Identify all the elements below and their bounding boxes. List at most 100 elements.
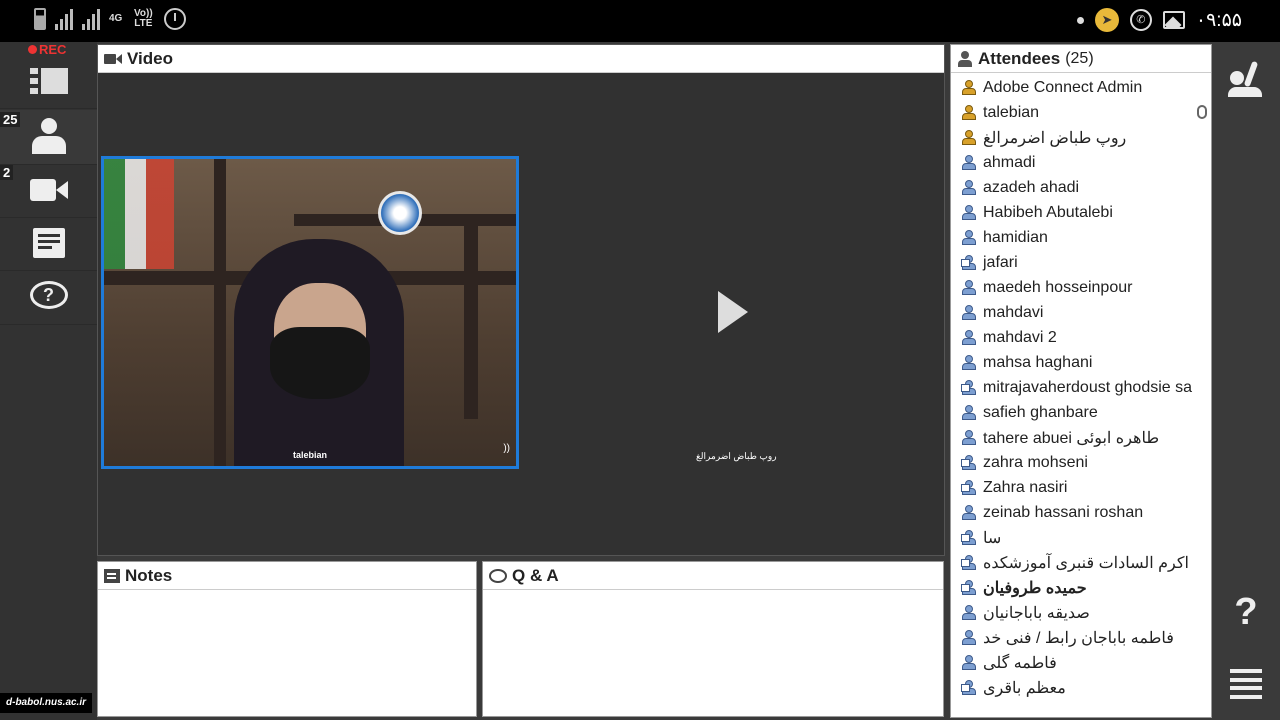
presenter-role-icon (961, 529, 977, 546)
attendee-row[interactable]: معظم باقری (951, 675, 1211, 700)
alarm-icon (164, 8, 187, 30)
play-icon[interactable] (718, 291, 748, 333)
attendee-name: صدیقه باباجانیان (983, 604, 1090, 622)
video-count-badge: 2 (0, 165, 14, 180)
video-pod: Video talebian )) روپ طباض اضرمرالغ (97, 44, 945, 556)
video-camera-icon (104, 53, 122, 65)
video-button[interactable]: 2 (0, 163, 97, 218)
attendees-pod-header: Attendees (25) (951, 45, 1211, 73)
help-button[interactable]: ? (1212, 578, 1280, 646)
attendee-name: tahere abuei طاهره ابوئی (983, 429, 1160, 447)
attendee-list: Adobe Connect Admin talebian روپ طباض اضرم… (951, 73, 1211, 700)
attendee-row[interactable]: mahdavi 2 (951, 325, 1211, 350)
attendee-name: فاطمه باباجان رابط / فنی خد (983, 629, 1174, 647)
presenter-role-icon (961, 379, 977, 396)
attendee-row[interactable]: ahmadi (951, 150, 1211, 175)
video-feed-talebian[interactable]: talebian )) (101, 156, 519, 469)
attendee-name: حمیده طروفیان (983, 579, 1087, 597)
question-bubble-icon: ? (29, 281, 68, 313)
menu-icon (1230, 669, 1262, 699)
attendees-pod: Attendees (25) Adobe Connect Admin talebi… (950, 44, 1212, 718)
attendee-row[interactable]: فاطمه گلی (951, 650, 1211, 675)
attendee-row[interactable]: hamidian (951, 225, 1211, 250)
right-rail: ? (1212, 42, 1280, 720)
left-sidebar: REC 25 2 ? (0, 42, 97, 720)
attendee-name: mahdavi 2 (983, 328, 1057, 346)
attendee-name: روپ طباض اضرمرالغ (983, 129, 1127, 147)
video-pod-header: Video (98, 45, 944, 73)
notes-pod-header: Notes (98, 562, 476, 590)
help-icon: ? (1234, 590, 1258, 633)
whatsapp-icon: ✆ (1129, 9, 1152, 31)
attendee-row[interactable]: صدیقه باباجانیان (951, 600, 1211, 625)
attendee-row[interactable]: azadeh ahadi (951, 175, 1211, 200)
notes-icon (104, 568, 120, 583)
user-icon (31, 118, 66, 156)
participant-role-icon (961, 404, 977, 421)
attendees-count-badge: 25 (0, 112, 21, 127)
attendee-row[interactable]: talebian (951, 100, 1211, 125)
attendee-row[interactable]: فاطمه باباجان رابط / فنی خد (951, 625, 1211, 650)
audio-wave-icon: )) (503, 443, 510, 454)
video-feed-label: talebian (292, 450, 327, 460)
attendee-name: mahdavi (983, 303, 1044, 321)
attendee-row[interactable]: حمیده طروفیان (951, 575, 1211, 600)
participant-role-icon (961, 279, 977, 296)
attendee-name: hamidian (983, 228, 1048, 246)
attendee-name: سا (983, 529, 1002, 547)
presenter-role-icon (961, 454, 977, 471)
shelf (464, 219, 478, 419)
attendees-count: (25) (1065, 49, 1094, 67)
participant-figure (174, 239, 464, 466)
status-left: 4G Vo)) LTE (34, 8, 187, 30)
attendee-row[interactable]: سا (951, 525, 1211, 550)
attendee-row[interactable]: jafari (951, 250, 1211, 275)
attendee-row[interactable]: mahsa haghani (951, 350, 1211, 375)
clock: ۰۹:۵۵ (1195, 9, 1242, 31)
attendee-row[interactable]: Adobe Connect Admin (951, 75, 1211, 100)
notes-pod: Notes (97, 561, 477, 717)
attendee-row[interactable]: اکرم السادات قنبری آموزشکده (951, 550, 1211, 575)
attendee-row[interactable]: zahra mohseni (951, 450, 1211, 475)
attendee-name: فاطمه گلی (983, 654, 1057, 672)
attendee-row[interactable]: zeinab hassani roshan (951, 500, 1211, 525)
layouts-button[interactable] (0, 54, 97, 109)
attendee-name: اکرم السادات قنبری آموزشکده (983, 554, 1189, 572)
participant-role-icon (961, 204, 977, 221)
attendee-name: talebian (983, 103, 1040, 121)
menu-button[interactable] (1212, 650, 1280, 718)
flag-image (104, 159, 174, 269)
notes-button[interactable] (0, 216, 97, 271)
qa-button[interactable]: ? (0, 270, 97, 325)
people-icon (957, 50, 973, 67)
host-role-icon (961, 104, 977, 121)
attendee-row[interactable]: safieh ghanbare (951, 400, 1211, 425)
decorative-plate (378, 191, 422, 235)
attendee-name: azadeh ahadi (983, 178, 1080, 196)
attendee-row[interactable]: tahere abuei طاهره ابوئی (951, 425, 1211, 450)
presenter-role-icon (961, 479, 977, 496)
network-type: 4G (109, 13, 123, 24)
signal-icon (55, 8, 73, 30)
attendee-row[interactable]: mitrajavaherdoust ghodsie sa (951, 375, 1211, 400)
host-role-icon (961, 129, 977, 146)
attendee-row[interactable]: Zahra nasiri (951, 475, 1211, 500)
attendee-row[interactable]: Habibeh Abutalebi (951, 200, 1211, 225)
participant-role-icon (961, 154, 977, 171)
attendees-button[interactable]: 25 (0, 110, 97, 165)
video-feed-label: روپ طباض اضرمرالغ (696, 451, 777, 461)
attendee-row[interactable]: maedeh hosseinpour (951, 275, 1211, 300)
attendee-name: safieh ghanbare (983, 403, 1098, 421)
volte-indicator: Vo)) LTE (133, 8, 153, 29)
qa-icon (489, 568, 507, 583)
presenter-role-icon (961, 579, 977, 596)
attendee-name: ahmadi (983, 153, 1036, 171)
qa-pod-header: Q & A (483, 562, 943, 590)
participant-role-icon (961, 179, 977, 196)
participant-role-icon (961, 229, 977, 246)
attendee-row[interactable]: mahdavi (951, 300, 1211, 325)
raise-hand-button[interactable] (1212, 46, 1280, 114)
qa-pod: Q & A (482, 561, 944, 717)
participant-role-icon (961, 304, 977, 321)
attendee-row[interactable]: روپ طباض اضرمرالغ (951, 125, 1211, 150)
